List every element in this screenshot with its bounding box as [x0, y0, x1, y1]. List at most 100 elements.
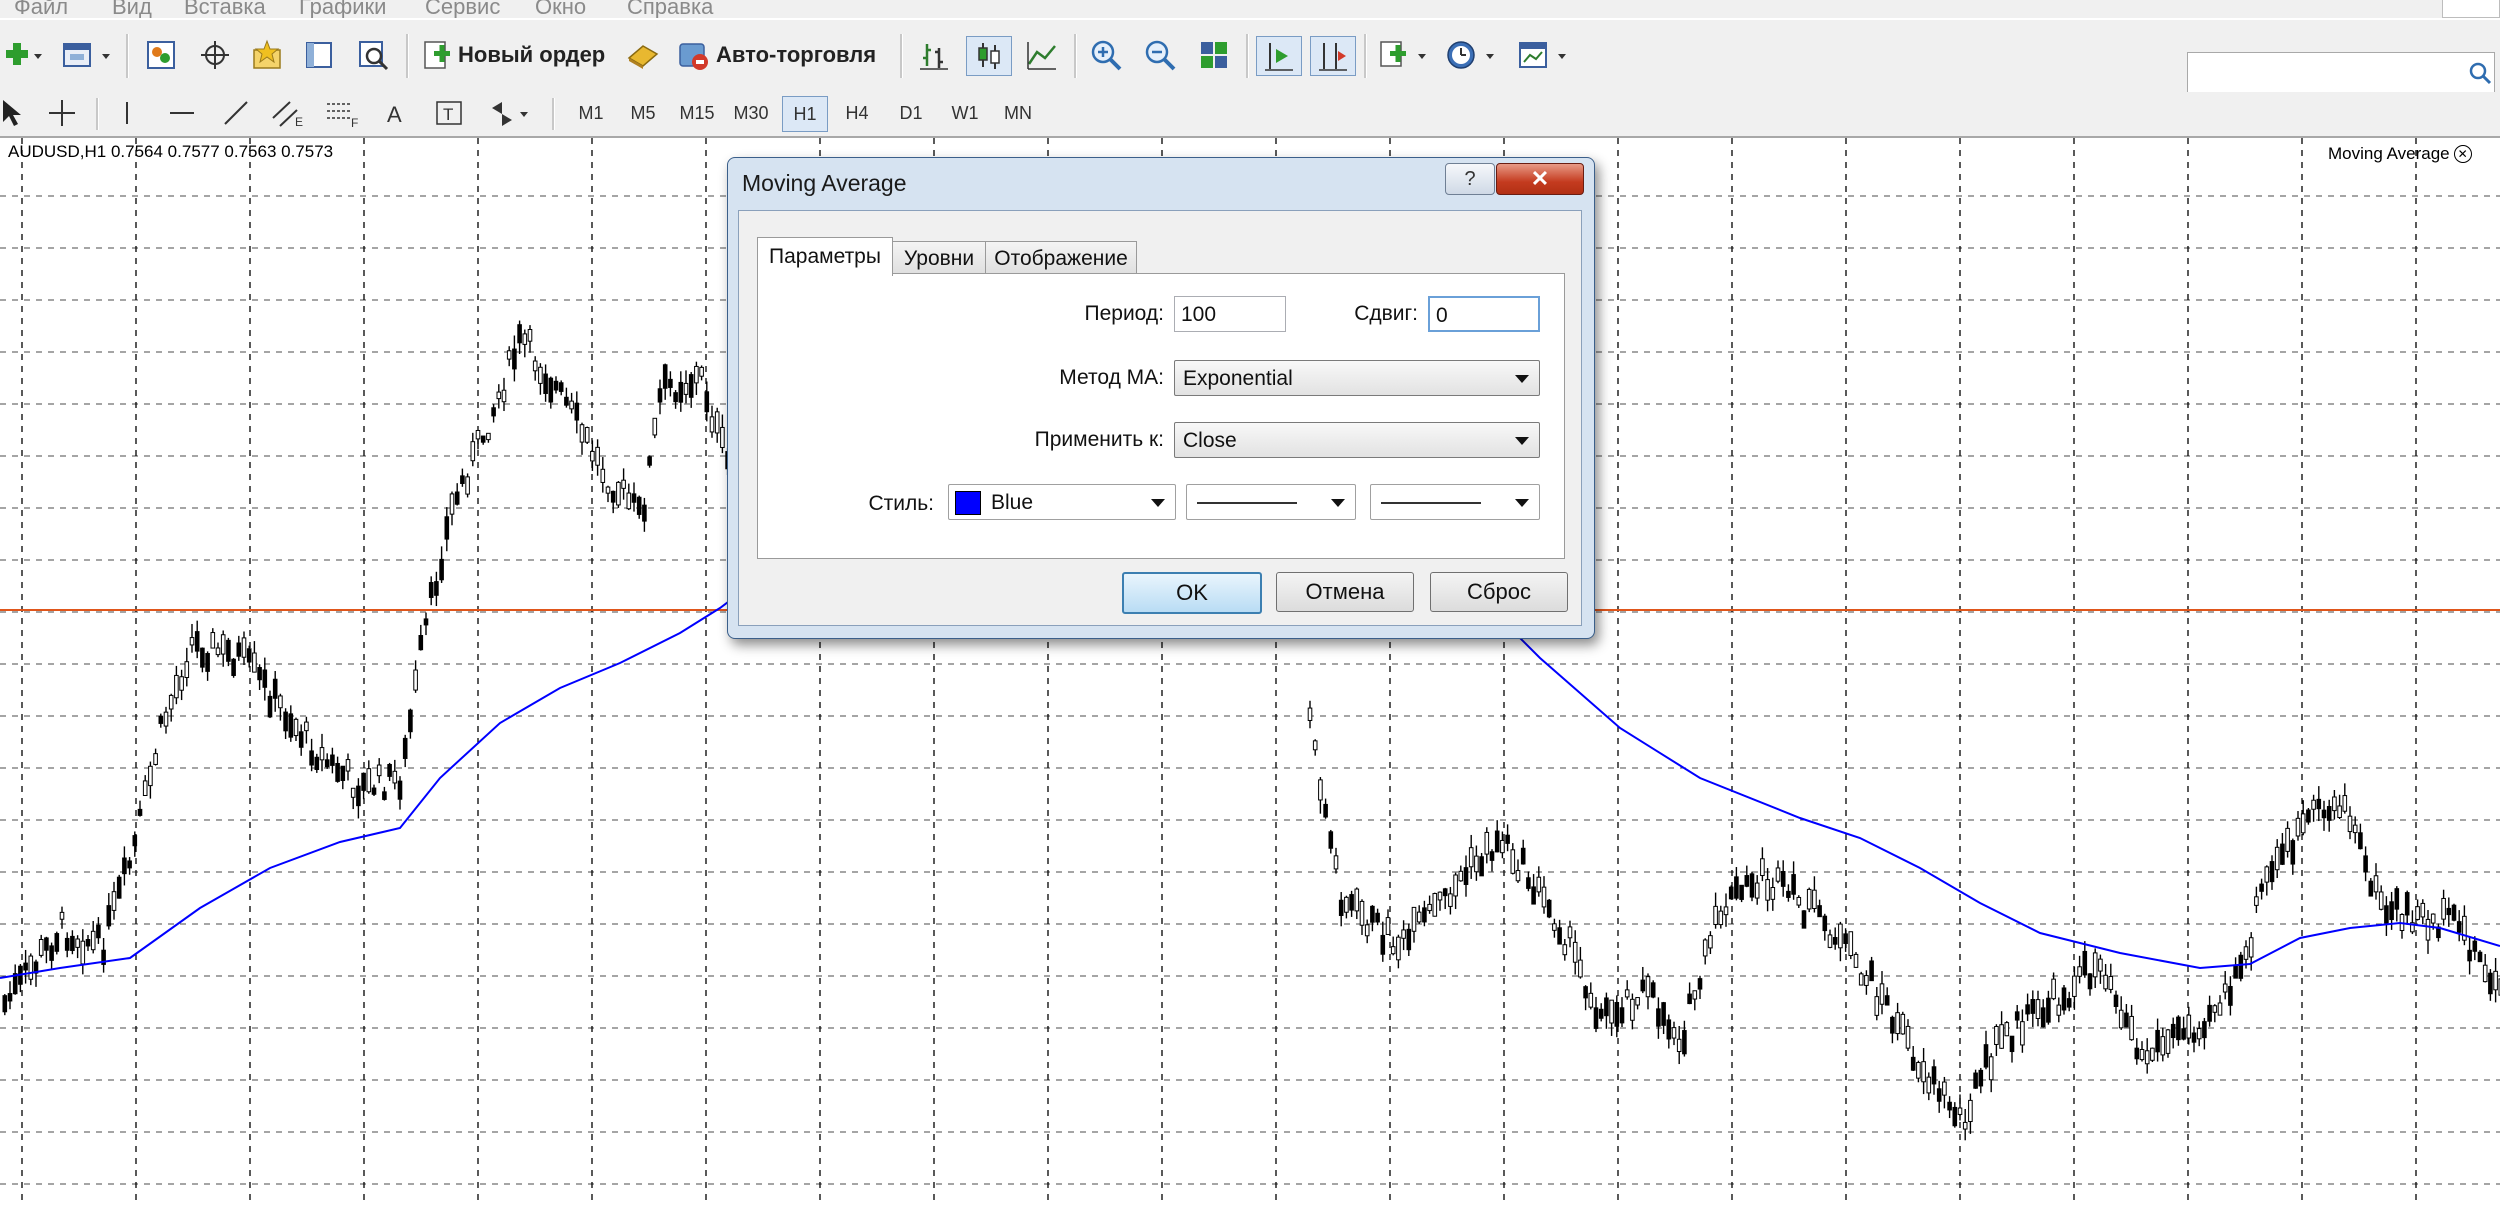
metaeditor-button[interactable] [620, 36, 664, 74]
candlestick [1682, 1020, 1687, 1057]
candlestick [1609, 999, 1614, 1036]
text-label-button[interactable]: T [432, 96, 466, 130]
line-width-select[interactable] [1370, 484, 1540, 520]
strategy-tester-button[interactable] [352, 36, 394, 74]
auto-scroll-button[interactable] [1256, 36, 1302, 76]
candlestick [1916, 1060, 1921, 1083]
shift-input[interactable]: 0 [1428, 296, 1540, 332]
bar-chart-button[interactable] [912, 36, 956, 74]
data-window-button[interactable] [194, 36, 236, 74]
line-style-select[interactable] [1186, 484, 1356, 520]
terminal-button[interactable] [298, 36, 340, 74]
candlestick [257, 664, 262, 690]
candlestick [1962, 1109, 1968, 1141]
crosshair-button[interactable] [44, 96, 80, 130]
ok-button[interactable]: OK [1122, 572, 1262, 614]
candlestick [408, 708, 413, 739]
menu-window[interactable]: Окно [535, 0, 586, 18]
candlestick [179, 669, 184, 701]
periods-button[interactable] [1442, 36, 1504, 74]
new-order-button[interactable]: Новый ордер [422, 36, 605, 74]
profiles-button[interactable] [56, 36, 116, 74]
candlestick [558, 380, 564, 396]
candlestick [148, 761, 153, 799]
tab-levels[interactable]: Уровни [891, 241, 987, 277]
dropdown-arrow-icon [1515, 499, 1529, 507]
indicator-close-icon[interactable]: ✕ [2453, 145, 2472, 163]
menu-file[interactable]: Файл [14, 0, 68, 18]
reset-button[interactable]: Сброс [1430, 572, 1568, 612]
candlestick [231, 658, 236, 678]
zoom-out-button[interactable] [1138, 36, 1182, 74]
apply-to-select[interactable]: Close [1174, 422, 1540, 458]
candlestick [2446, 897, 2452, 927]
help-button[interactable]: ? [1445, 163, 1495, 195]
navigator-button[interactable] [246, 36, 288, 74]
menu-insert[interactable]: Вставка [184, 0, 266, 18]
market-watch-button[interactable] [140, 36, 182, 74]
zoom-in-button[interactable] [1084, 36, 1128, 74]
candlestick-chart-button[interactable] [966, 36, 1012, 76]
candlestick [2020, 1009, 2025, 1053]
window-control-button[interactable] [2442, 0, 2500, 18]
candlestick [449, 491, 455, 526]
line-chart-button[interactable] [1020, 36, 1064, 74]
indicators-plus-icon [1380, 41, 1426, 67]
search-input[interactable] [2187, 52, 2495, 94]
tab-parameters[interactable]: Параметры [757, 237, 893, 276]
vertical-line-button[interactable] [112, 96, 142, 130]
menu-charts[interactable]: Графики [299, 0, 386, 18]
candlestick [1864, 970, 1869, 995]
candlestick [1520, 839, 1526, 865]
fibonacci-button[interactable]: F [322, 96, 362, 130]
new-chart-button[interactable] [0, 36, 44, 74]
candlestick [1931, 1059, 1937, 1095]
chart-shift-button[interactable] [1310, 36, 1356, 76]
candlestick [1832, 927, 1838, 950]
autotrading-button[interactable]: Авто-торговля [676, 36, 876, 74]
arrows-button[interactable] [486, 96, 536, 130]
timeframe-d1[interactable]: D1 [890, 96, 932, 130]
dialog-body: Параметры Уровни Отображение Период: 100… [738, 210, 1582, 626]
timeframe-h1[interactable]: H1 [782, 96, 828, 132]
timeframe-mn[interactable]: MN [996, 96, 1040, 130]
candlestick [543, 364, 548, 402]
crosshair-icon [49, 100, 75, 126]
candlestick [252, 641, 257, 673]
candlestick [101, 937, 106, 973]
period-input[interactable]: 100 [1174, 296, 1286, 332]
equidistant-channel-button[interactable]: E [268, 96, 308, 130]
zoom-in-icon [1091, 40, 1122, 71]
timeframe-w1[interactable]: W1 [944, 96, 986, 130]
toolbar-separator [900, 34, 903, 78]
candlestick [2176, 1015, 2181, 1046]
close-button[interactable]: ✕ [1496, 163, 1584, 195]
timeframe-m1[interactable]: M1 [570, 96, 612, 130]
cursor-button[interactable] [0, 96, 26, 130]
style-color-select[interactable]: Blue [948, 484, 1176, 520]
menu-help[interactable]: Справка [627, 0, 713, 18]
search-icon [2469, 62, 2492, 85]
templates-button[interactable] [1514, 36, 1576, 74]
candlestick [1437, 891, 1443, 911]
indicator-label[interactable]: Moving Average ✕ [2328, 144, 2472, 164]
ma-method-select[interactable]: Exponential [1174, 360, 1540, 396]
tile-windows-button[interactable] [1192, 36, 1236, 74]
text-button[interactable]: A [378, 96, 412, 130]
trendline-button[interactable] [218, 96, 254, 130]
candlestick [2300, 800, 2306, 836]
horizontal-line-button[interactable] [164, 96, 200, 130]
timeframe-h4[interactable]: H4 [836, 96, 878, 130]
apply-to-value: Close [1183, 429, 1237, 452]
indicators-list-button[interactable] [1374, 36, 1436, 74]
timeframe-m15[interactable]: M15 [674, 96, 720, 130]
svg-text:E: E [295, 115, 303, 128]
toolbar-separator [1364, 34, 1367, 78]
candlestick [1926, 1072, 1932, 1101]
menu-view[interactable]: Вид [112, 0, 152, 18]
tab-visualization[interactable]: Отображение [985, 241, 1137, 277]
menu-tools[interactable]: Сервис [425, 0, 500, 18]
timeframe-m5[interactable]: M5 [622, 96, 664, 130]
cancel-button[interactable]: Отмена [1276, 572, 1414, 612]
timeframe-m30[interactable]: M30 [728, 96, 774, 130]
